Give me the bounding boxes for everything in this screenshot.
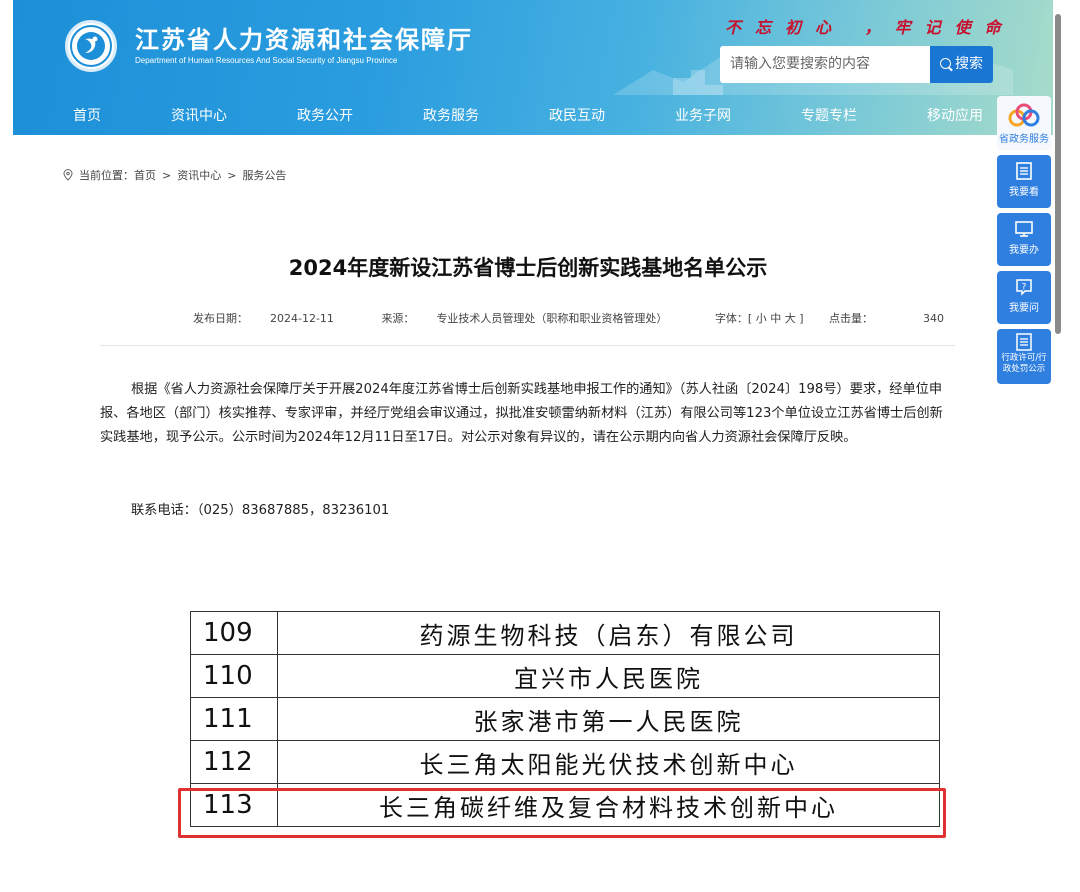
nav-item-open-gov[interactable]: 政务公开 xyxy=(297,98,353,135)
site-header: 江苏省人力资源和社会保障厅 Department of Human Resour… xyxy=(13,0,1053,135)
article-meta: 发布日期： 2024-12-11 来源： 专业技术人员管理处（职称和职业资格管理处）… xyxy=(193,310,944,326)
article-body: 根据《省人力资源社会保障厅关于开展2024年度江苏省博士后创新实践基地申报工作的… xyxy=(100,382,943,445)
contact-phone: 联系电话：（025）83687885，83236101 xyxy=(131,503,390,518)
nav-item-news[interactable]: 资讯中心 xyxy=(171,98,227,135)
highlight-box xyxy=(178,788,946,838)
divider xyxy=(100,345,955,346)
breadcrumb-separator: > xyxy=(162,168,172,182)
row-number: 109 xyxy=(190,611,278,655)
emblem-icon xyxy=(70,25,112,67)
side-item-label: 我要看 xyxy=(1009,187,1039,198)
nav-item-mobile[interactable]: 移动应用 xyxy=(927,98,983,135)
views-count: 340 xyxy=(923,312,945,325)
side-item-view[interactable]: 我要看 xyxy=(997,155,1051,208)
side-item-label: 我要问 xyxy=(1009,303,1039,314)
location-pin-icon xyxy=(63,169,73,181)
slogan: 不忘初心 ，牢记使命 xyxy=(725,18,1015,37)
row-unit-name: 药源生物科技（启东）有限公司 xyxy=(277,611,940,655)
breadcrumb-item-news[interactable]: 资讯中心 xyxy=(177,167,221,183)
side-item-permits[interactable]: 行政许可/行政处罚公示 xyxy=(997,329,1051,384)
article-title: 2024年度新设江苏省博士后创新实践基地名单公示 xyxy=(288,256,768,280)
publish-date: 发布日期： 2024-12-11 xyxy=(193,312,334,325)
nav-item-home[interactable]: 首页 xyxy=(73,98,101,135)
font-size-switcher[interactable]: 字体：[ 小 中 大 ] xyxy=(715,312,804,325)
breadcrumb-prefix: 当前位置： xyxy=(79,169,134,182)
table-row: 112 长三角太阳能光伏技术创新中心 xyxy=(190,740,940,784)
nav-item-interaction[interactable]: 政民互动 xyxy=(549,98,605,135)
row-number: 110 xyxy=(190,654,278,698)
search-button-label: 搜索 xyxy=(955,56,983,72)
breadcrumb-item-home[interactable]: 首页 xyxy=(134,167,156,183)
list-icon xyxy=(1016,333,1032,351)
scrollbar[interactable] xyxy=(1055,14,1061,334)
side-item-label: 省政务服务 xyxy=(999,134,1049,145)
article-source: 来源： 专业技术人员管理处（职称和职业资格管理处） xyxy=(381,312,668,325)
document-icon xyxy=(1016,162,1032,180)
breadcrumb-item-notice[interactable]: 服务公告 xyxy=(242,167,286,183)
main-nav: 首页 资讯中心 政务公开 政务服务 政民互动 业务子网 专题专栏 移动应用 xyxy=(13,98,1053,135)
search-icon xyxy=(940,58,951,69)
side-item-gov-service[interactable]: 省政务服务 xyxy=(997,96,1051,150)
site-title: 江苏省人力资源和社会保障厅 xyxy=(135,26,473,54)
monitor-icon xyxy=(1015,221,1033,237)
nav-item-services[interactable]: 政务服务 xyxy=(423,98,479,135)
government-service-icon xyxy=(1008,103,1040,127)
nav-item-subnets[interactable]: 业务子网 xyxy=(675,98,731,135)
search-button[interactable]: 搜索 xyxy=(930,46,993,83)
nav-item-topics[interactable]: 专题专栏 xyxy=(801,98,857,135)
row-unit-name: 张家港市第一人民医院 xyxy=(277,697,940,741)
site-logo[interactable] xyxy=(65,20,117,72)
table-row: 109 药源生物科技（启东）有限公司 xyxy=(190,611,940,655)
breadcrumb: 当前位置： 首页 > 资讯中心 > 服务公告 xyxy=(63,167,286,183)
row-number: 111 xyxy=(190,697,278,741)
site-subtitle: Department of Human Resources And Social… xyxy=(135,56,398,65)
search-input[interactable] xyxy=(720,46,930,83)
breadcrumb-separator: > xyxy=(227,168,237,182)
row-number: 112 xyxy=(190,740,278,784)
row-unit-name: 长三角太阳能光伏技术创新中心 xyxy=(277,740,940,784)
table-row: 110 宜兴市人民医院 xyxy=(190,654,940,698)
row-unit-name: 宜兴市人民医院 xyxy=(277,654,940,698)
views-label: 点击量： xyxy=(829,312,874,325)
side-item-label: 行政许可/行政处罚公示 xyxy=(1001,353,1047,374)
table-row: 111 张家港市第一人民医院 xyxy=(190,697,940,741)
svg-text:?: ? xyxy=(1022,283,1027,293)
